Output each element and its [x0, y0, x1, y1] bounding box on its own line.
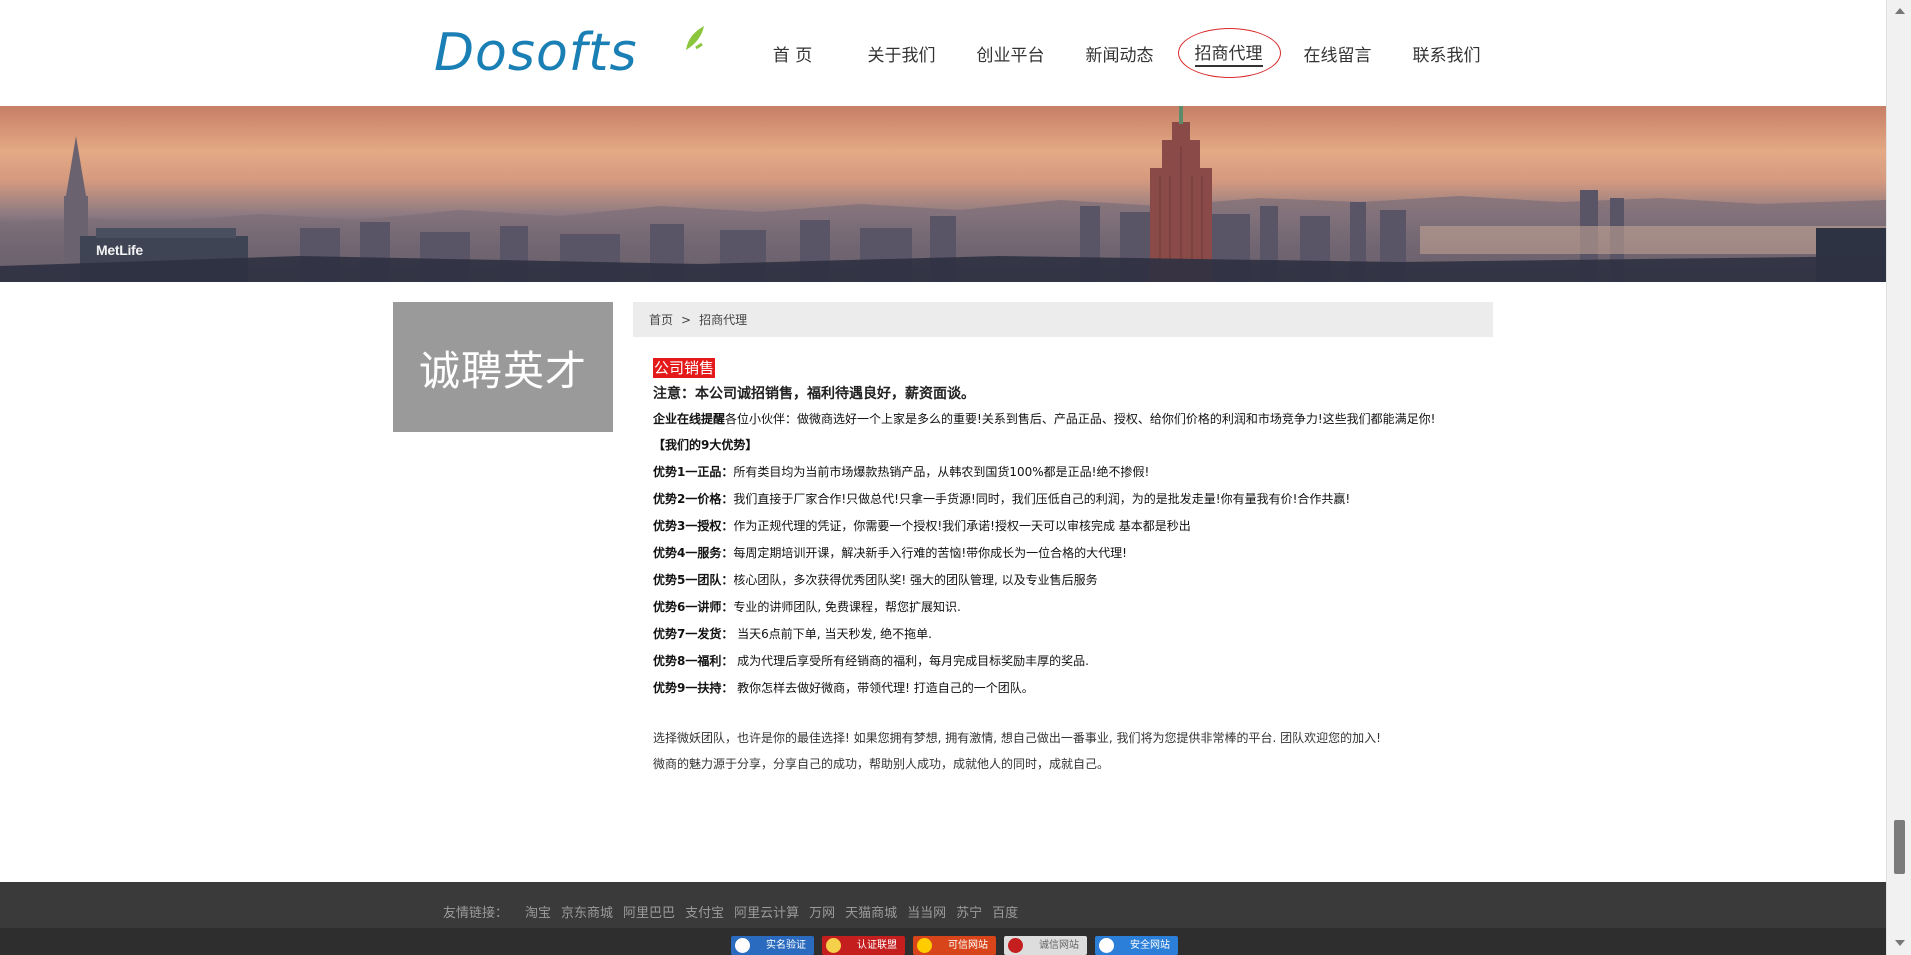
outro-line: 微商的魅力源于分享，分享自己的成功，帮助别人成功，成就他人的同时，成就自己。 — [653, 757, 1110, 771]
intro-label: 企业在线提醒 — [653, 412, 726, 426]
friend-link[interactable]: 当当网 — [907, 902, 946, 921]
nav-item-label: 在线留言 — [1303, 45, 1372, 66]
advantage-label: 优势8一福利： — [653, 654, 734, 668]
breadcrumb: 首页 > 招商代理 — [633, 302, 1493, 337]
badge-text: 诚信网站 — [1039, 940, 1079, 951]
badge-seal-icon — [826, 938, 841, 953]
advantage-text: 所有类目均为当前市场爆款热销产品，从韩农到国货100%都是正品!绝不掺假! — [733, 465, 1150, 479]
friend-link[interactable]: 苏宁 — [956, 902, 982, 921]
trust-badge[interactable]: 诚信网站 — [1004, 936, 1087, 955]
logo-text: Dosofts — [434, 23, 638, 83]
badge-text: 安全网站 — [1130, 940, 1170, 951]
page-scrollbar[interactable] — [1886, 0, 1911, 955]
friend-link[interactable]: 百度 — [992, 902, 1018, 921]
advantage-item: 优势8一福利： 成为代理后享受所有经销商的福利，每月完成目标奖励丰厚的奖品. — [653, 648, 1493, 675]
advantage-label: 优势5一团队： — [653, 573, 734, 587]
article-content: 公司销售 注意：本公司诚招销售，福利待遇良好，薪资面谈。 企业在线提醒各位小伙伴… — [653, 358, 1493, 777]
advantage-item: 优势6一讲师：专业的讲师团队, 免费课程，帮您扩展知识. — [653, 594, 1493, 621]
scroll-down-icon[interactable] — [1895, 940, 1905, 946]
advantage-label: 优势4一服务： — [653, 546, 734, 560]
friend-link[interactable]: 天猫商城 — [845, 902, 897, 921]
advantage-label: 优势3一授权： — [653, 519, 734, 533]
advantage-text: 作为正规代理的凭证，你需要一个授权!我们承诺!授权一天可以审核完成 基本都是秒出 — [733, 519, 1191, 533]
advantage-text: 我们直接于厂家合作!只做总代!只拿一手货源!同时，我们压低自己的利润，为的是批发… — [733, 492, 1351, 506]
advantage-item: 优势3一授权：作为正规代理的凭证，你需要一个授权!我们承诺!授权一天可以审核完成… — [653, 513, 1493, 540]
nav-item-label: 招商代理 — [1194, 39, 1263, 67]
advantage-label: 优势7一发货： — [653, 627, 734, 641]
advantage-item: 优势4一服务：每周定期培训开课，解决新手入行难的苦恼!带你成长为一位合格的大代理… — [653, 540, 1493, 567]
advantage-text: 专业的讲师团队, 免费课程，帮您扩展知识. — [733, 600, 961, 614]
badge-text: 实名验证 — [766, 940, 806, 951]
nav-item-5[interactable]: 在线留言 — [1283, 26, 1392, 80]
intro-line: 企业在线提醒各位小伙伴：做微商选好一个上家是多么的重要!关系到售后、产品正品、授… — [653, 406, 1493, 432]
friend-link[interactable]: 万网 — [809, 902, 835, 921]
advantages-heading: 【我们的9大优势】 — [653, 432, 1493, 459]
nav-item-3[interactable]: 新闻动态 — [1065, 26, 1174, 80]
advantage-label: 优势1一正品： — [653, 465, 734, 479]
leaf-icon — [686, 26, 704, 50]
badge-seal-icon — [917, 938, 932, 953]
trust-badge[interactable]: 实名验证 — [731, 936, 814, 955]
advantage-item: 优势5一团队：核心团队，多次获得优秀团队奖! 强大的团队管理, 以及专业售后服务 — [653, 567, 1493, 594]
nav-item-label: 创业平台 — [976, 45, 1045, 66]
nav-item-label: 联系我们 — [1412, 45, 1481, 66]
main-nav: 首 页 关于我们 创业平台 新闻动态 招商代理 在线留言 联系我们 — [738, 26, 1501, 80]
city-skyline-image — [0, 106, 1886, 282]
friend-links: 友情链接： 淘宝 京东商城 阿里巴巴 支付宝 阿里云计算 万网 天猫商城 当当网 苏宁 百度 — [443, 902, 1028, 921]
hero-banner: MetLife — [0, 106, 1886, 282]
trust-badge[interactable]: 认证联盟 — [822, 936, 905, 955]
site-logo[interactable]: Dosofts — [434, 22, 704, 84]
advantage-label: 优势2一价格： — [653, 492, 734, 506]
outro-line: 选择微妖团队，也许是你的最佳选择! 如果您拥有梦想, 拥有激情, 想自己做出一番… — [653, 731, 1381, 745]
advantage-item: 优势1一正品：所有类目均为当前市场爆款热销产品，从韩农到国货100%都是正品!绝… — [653, 459, 1493, 486]
nav-item-1[interactable]: 关于我们 — [847, 26, 956, 80]
badge-seal-icon — [1099, 938, 1114, 953]
scroll-thumb[interactable] — [1894, 820, 1905, 874]
advantage-item: 优势2一价格：我们直接于厂家合作!只做总代!只拿一手货源!同时，我们压低自己的利… — [653, 486, 1493, 513]
advantages-list: 优势1一正品：所有类目均为当前市场爆款热销产品，从韩农到国货100%都是正品!绝… — [653, 459, 1493, 702]
scroll-up-icon[interactable] — [1895, 8, 1905, 14]
badge-seal-icon — [1008, 938, 1023, 953]
advantage-text: 教你怎样去做好微商，带领代理! 打造自己的一个团队。 — [733, 681, 1034, 695]
badge-text: 可信网站 — [948, 940, 988, 951]
nav-item-label: 首 页 — [772, 45, 813, 66]
nav-item-4[interactable]: 招商代理 — [1174, 26, 1283, 80]
nav-item-label: 关于我们 — [867, 45, 936, 66]
advantages-heading-text: 【我们的9大优势】 — [653, 438, 758, 452]
advantage-text: 当天6点前下单, 当天秒发, 绝不拖单. — [733, 627, 932, 641]
trust-badge[interactable]: 安全网站 — [1095, 936, 1178, 955]
nav-item-6[interactable]: 联系我们 — [1392, 26, 1501, 80]
nav-item-2[interactable]: 创业平台 — [956, 26, 1065, 80]
outro-block: 选择微妖团队，也许是你的最佳选择! 如果您拥有梦想, 拥有激情, 想自己做出一番… — [653, 725, 1493, 777]
breadcrumb-current[interactable]: 招商代理 — [699, 311, 747, 328]
friend-links-label: 友情链接： — [443, 906, 509, 921]
breadcrumb-separator: > — [681, 312, 692, 327]
badge-text: 认证联盟 — [857, 940, 897, 951]
advantage-item: 优势9一扶持： 教你怎样去做好微商，带领代理! 打造自己的一个团队。 — [653, 675, 1493, 702]
nav-item-0[interactable]: 首 页 — [738, 26, 847, 80]
advantage-text: 核心团队，多次获得优秀团队奖! 强大的团队管理, 以及专业售后服务 — [733, 573, 1098, 587]
sales-tag: 公司销售 — [653, 358, 716, 378]
trust-badges: 实名验证 认证联盟 可信网站 诚信网站 安全网站 — [731, 936, 1186, 955]
advantage-text: 每周定期培训开课，解决新手入行难的苦恼!带你成长为一位合格的大代理! — [733, 546, 1127, 560]
friend-link[interactable]: 淘宝 — [525, 902, 551, 921]
advantage-label: 优势9一扶持： — [653, 681, 734, 695]
friend-link[interactable]: 阿里云计算 — [734, 902, 799, 921]
advantage-item: 优势7一发货： 当天6点前下单, 当天秒发, 绝不拖单. — [653, 621, 1493, 648]
friend-link[interactable]: 京东商城 — [561, 902, 613, 921]
recruit-notice: 注意：本公司诚招销售，福利待遇良好，薪资面谈。 — [653, 386, 975, 402]
building-sign: MetLife — [96, 242, 143, 258]
nav-item-label: 新闻动态 — [1085, 45, 1154, 66]
intro-text: 各位小伙伴：做微商选好一个上家是多么的重要!关系到售后、产品正品、授权、给你们价… — [725, 412, 1436, 426]
friend-link[interactable]: 支付宝 — [685, 902, 724, 921]
friend-link[interactable]: 阿里巴巴 — [623, 902, 675, 921]
badge-seal-icon — [735, 938, 750, 953]
breadcrumb-home-link[interactable]: 首页 — [649, 311, 673, 328]
trust-badge[interactable]: 可信网站 — [913, 936, 996, 955]
site-header: Dosofts 首 页 关于我们 创业平台 新闻动态 招商代理 在线留言 联系我们 — [0, 0, 1886, 106]
advantage-label: 优势6一讲师： — [653, 600, 734, 614]
advantage-text: 成为代理后享受所有经销商的福利，每月完成目标奖励丰厚的奖品. — [733, 654, 1089, 668]
sidebar-title: 诚聘英才 — [393, 302, 613, 432]
